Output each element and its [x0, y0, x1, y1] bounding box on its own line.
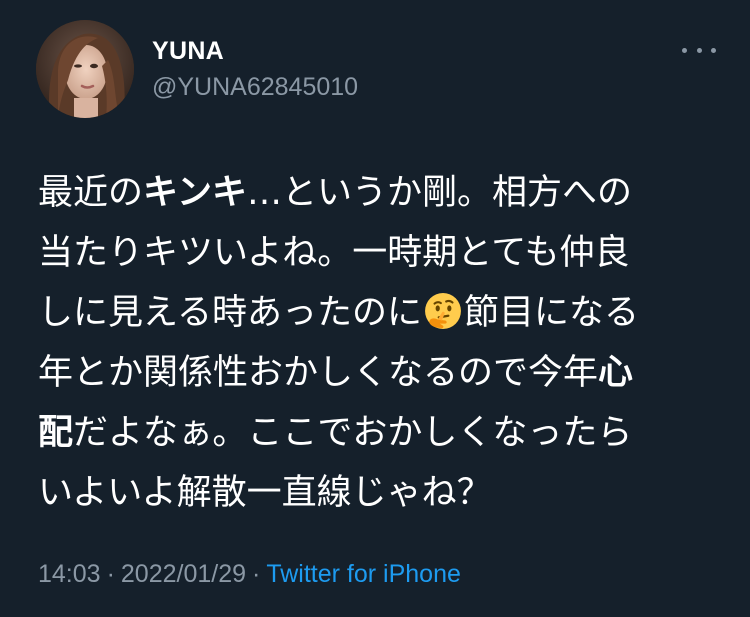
- tweet-line: 当たりキツいよね。一時期とても仲良: [38, 223, 728, 283]
- tweet-text-bold: キンキ: [143, 173, 247, 213]
- meta-separator: ·: [252, 560, 261, 588]
- tweet-line: しに見える時あったのに 節目になる: [38, 283, 728, 343]
- avatar-photo: [36, 20, 134, 118]
- tweet-text-segment: だよなぁ。ここでおかしくなったら: [73, 413, 633, 453]
- tweet-card: YUNA @YUNA62845010 最近のキンキ…というか剛。相方への 当たり…: [0, 0, 750, 617]
- tweet-text-segment: 節目になる: [463, 293, 639, 333]
- tweet-line: いよいよ解散一直線じゃね？: [38, 463, 728, 523]
- tweet-line: 配だよなぁ。ここでおかしくなったら: [38, 403, 728, 463]
- tweet-text-segment: 当たりキツいよね。一時期とても仲良: [38, 233, 630, 273]
- tweet-text-bold: 配: [38, 413, 74, 453]
- tweet-text-segment: しに見える時あったのに: [38, 293, 422, 333]
- thinking-face-emoji: [424, 292, 462, 330]
- author-name[interactable]: YUNA: [152, 36, 224, 66]
- tweet-date[interactable]: 2022/01/29: [121, 560, 246, 588]
- tweet-text-segment: 最近の: [38, 173, 144, 213]
- tweet-text-segment: …というか剛。相方への: [246, 173, 632, 213]
- tweet-text-bold: 心: [598, 353, 634, 393]
- avatar[interactable]: [36, 20, 134, 118]
- more-horizontal-icon: [682, 47, 687, 53]
- tweet-text-segment: いよいよ解散一直線じゃね？: [38, 473, 492, 513]
- tweet-source-link[interactable]: Twitter for iPhone: [266, 560, 461, 588]
- tweet-line: 年とか関係性おかしくなるので今年心: [38, 343, 728, 403]
- meta-separator: ·: [106, 560, 115, 588]
- tweet-meta: 14:03 · 2022/01/29 · Twitter for iPhone: [38, 558, 461, 590]
- author-handle[interactable]: @YUNA62845010: [152, 72, 358, 102]
- more-options-button[interactable]: [682, 40, 716, 60]
- tweet-time[interactable]: 14:03: [38, 560, 101, 588]
- tweet-text: 最近のキンキ…というか剛。相方への 当たりキツいよね。一時期とても仲良 しに見え…: [38, 163, 728, 523]
- tweet-text-segment: 年とか関係性おかしくなるので今年: [38, 353, 599, 393]
- more-horizontal-icon: [711, 47, 716, 53]
- more-horizontal-icon: [696, 47, 702, 53]
- tweet-line: 最近のキンキ…というか剛。相方への: [38, 163, 728, 223]
